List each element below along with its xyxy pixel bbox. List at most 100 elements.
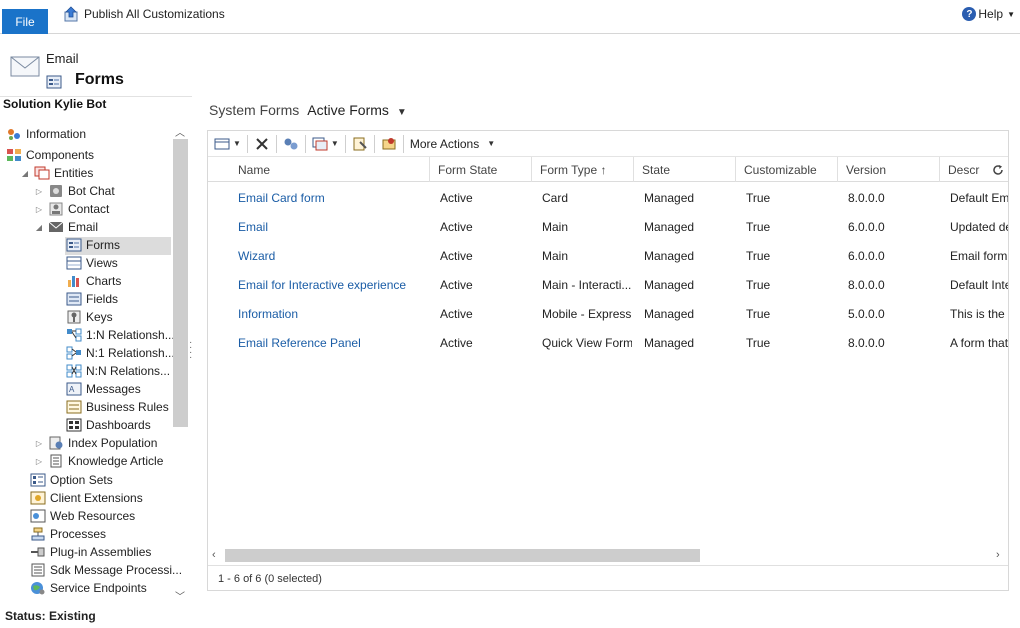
nav-client-extensions[interactable]: Client Extensions: [30, 489, 143, 507]
collapsed-arrow-icon[interactable]: ▷: [34, 457, 44, 466]
nav-messages[interactable]: A Messages: [66, 380, 141, 398]
splitter-handle[interactable]: · · · ·: [189, 338, 192, 363]
status-bar: Status: Existing: [5, 609, 96, 623]
nav-option-sets[interactable]: Option Sets: [30, 471, 113, 489]
refresh-icon[interactable]: [992, 164, 1004, 176]
nav-processes[interactable]: Processes: [30, 525, 106, 543]
cell-description: Default Interactive: [950, 278, 1008, 292]
cell-state: Managed: [644, 249, 695, 263]
cell-state: Managed: [644, 220, 695, 234]
delete-button[interactable]: [248, 134, 276, 154]
table-row[interactable]: Email Card form Active Card Managed True 8.0.…: [208, 183, 1008, 212]
nav-label: Components: [26, 148, 95, 162]
cell-form-state: Active: [440, 191, 473, 205]
nav-views[interactable]: Views: [66, 254, 118, 272]
nav-nn-relationships[interactable]: N:N Relations...: [66, 362, 170, 380]
cell-name[interactable]: Email Reference Panel: [238, 336, 423, 350]
table-row[interactable]: Information Active Mobile - Express Managed…: [208, 299, 1008, 328]
cell-form-type: Card: [542, 191, 569, 205]
ribbon: File Publish All Customizations ? Help ▼: [0, 0, 1020, 34]
chevron-down-icon: ▼: [1007, 9, 1015, 19]
nav-keys[interactable]: Keys: [66, 308, 113, 326]
nav-sdk-message[interactable]: Sdk Message Processi...: [30, 561, 182, 579]
column-header-version[interactable]: Version: [837, 157, 939, 182]
cell-name[interactable]: Email Card form: [238, 191, 423, 205]
nav-entities[interactable]: ◢ Entities: [20, 164, 93, 182]
entities-icon: [34, 166, 50, 180]
column-header-customizable[interactable]: Customizable: [735, 157, 837, 182]
managed-properties-button[interactable]: [375, 134, 403, 154]
views-icon: [66, 256, 82, 270]
scroll-left-icon[interactable]: ‹: [212, 549, 216, 561]
nav-1n-relationships[interactable]: 1:N Relationsh...: [66, 326, 175, 344]
nav-label: Knowledge Article: [68, 454, 164, 468]
cell-form-state: Active: [440, 249, 473, 263]
view-selector[interactable]: System Forms Active Forms ▼: [209, 102, 407, 118]
collapsed-arrow-icon[interactable]: ▷: [34, 439, 44, 448]
nav-dashboards[interactable]: Dashboards: [66, 416, 151, 434]
cell-version: 8.0.0.0: [848, 336, 885, 350]
nav-bot-chat[interactable]: ▷ Bot Chat: [34, 182, 115, 200]
cell-description: Updated default: [950, 220, 1008, 234]
column-header-state[interactable]: State: [633, 157, 735, 182]
information-icon: [8, 129, 20, 140]
cell-customizable: True: [746, 220, 771, 234]
nav-charts[interactable]: Charts: [66, 272, 121, 290]
table-row[interactable]: Email Reference Panel Active Quick View Fo…: [208, 328, 1008, 357]
collapsed-arrow-icon[interactable]: ▷: [34, 205, 44, 214]
scroll-down-icon[interactable]: ﹀: [175, 588, 185, 603]
column-header-name[interactable]: Name: [208, 157, 429, 182]
form-actions-button[interactable]: ▼: [306, 134, 345, 154]
nav-index-population[interactable]: ▷ Index Population: [34, 434, 157, 452]
nav-contact[interactable]: ▷ Contact: [34, 200, 109, 218]
expanded-arrow-icon[interactable]: ◢: [20, 169, 30, 178]
scrollbar-thumb[interactable]: [173, 139, 188, 427]
current-view[interactable]: Active Forms: [307, 102, 389, 118]
nav-forms[interactable]: Forms: [66, 236, 120, 254]
grid-horizontal-scrollbar[interactable]: ‹ ›: [208, 547, 1008, 564]
collapsed-arrow-icon[interactable]: ▷: [34, 187, 44, 196]
publish-label: Publish All Customizations: [84, 7, 225, 21]
cell-name[interactable]: Wizard: [238, 249, 423, 263]
scrollbar-thumb[interactable]: [225, 549, 700, 562]
cell-description: This is the form: [950, 307, 1008, 321]
cell-name[interactable]: Email for Interactive experience: [238, 278, 423, 292]
scroll-up-icon[interactable]: ︿: [175, 124, 185, 139]
nav-email[interactable]: ◢ Email: [34, 218, 98, 236]
cell-customizable: True: [746, 249, 771, 263]
forms-grid: ▼ ▼ More Actions ▼ Name Form State Form …: [207, 130, 1009, 591]
publish-all-button[interactable]: Publish All Customizations: [63, 6, 225, 22]
nav-fields[interactable]: Fields: [66, 290, 118, 308]
table-row[interactable]: Wizard Active Main Managed True 6.0.0.0 Email …: [208, 241, 1008, 270]
table-row[interactable]: Email for Interactive experience Active Ma…: [208, 270, 1008, 299]
relationship-icon: [66, 346, 81, 360]
nav-business-rules[interactable]: Business Rules: [66, 398, 169, 416]
column-header-form-type[interactable]: Form Type ↑: [531, 157, 633, 182]
cell-name[interactable]: Information: [238, 307, 423, 321]
nav-n1-relationships[interactable]: N:1 Relationsh...: [66, 344, 175, 362]
cell-version: 5.0.0.0: [848, 307, 885, 321]
new-button[interactable]: ▼: [208, 134, 247, 154]
properties-button[interactable]: [346, 134, 374, 154]
nav-information[interactable]: Information: [6, 125, 86, 143]
help-label: Help: [978, 7, 1004, 21]
nav-plugin-assemblies[interactable]: Plug-in Assemblies: [30, 543, 151, 561]
file-button[interactable]: File: [2, 9, 48, 34]
cell-description: Default Email Card form: [950, 191, 1008, 205]
more-actions-label: More Actions: [409, 136, 480, 151]
expanded-arrow-icon[interactable]: ◢: [34, 223, 44, 232]
table-row[interactable]: Email Active Main Managed True 6.0.0.0 Updated…: [208, 212, 1008, 241]
nav-web-resources[interactable]: Web Resources: [30, 507, 135, 525]
nav-service-endpoints[interactable]: Service Endpoints: [30, 579, 147, 597]
more-actions-button[interactable]: More Actions ▼: [404, 134, 501, 154]
scroll-right-icon[interactable]: ›: [996, 549, 1000, 561]
nav-components[interactable]: Components: [6, 146, 94, 164]
nav-knowledge-article[interactable]: ▷ Knowledge Article: [34, 452, 163, 470]
nav-vertical-scrollbar[interactable]: ︿ ﹀: [172, 122, 189, 604]
help-button[interactable]: ? Help ▼: [962, 7, 1015, 21]
column-header-form-state[interactable]: Form State: [429, 157, 531, 182]
chevron-down-icon[interactable]: ▼: [397, 107, 407, 118]
show-dependencies-button[interactable]: [277, 134, 305, 154]
nav-label: Email: [68, 220, 99, 234]
cell-name[interactable]: Email: [238, 220, 423, 234]
